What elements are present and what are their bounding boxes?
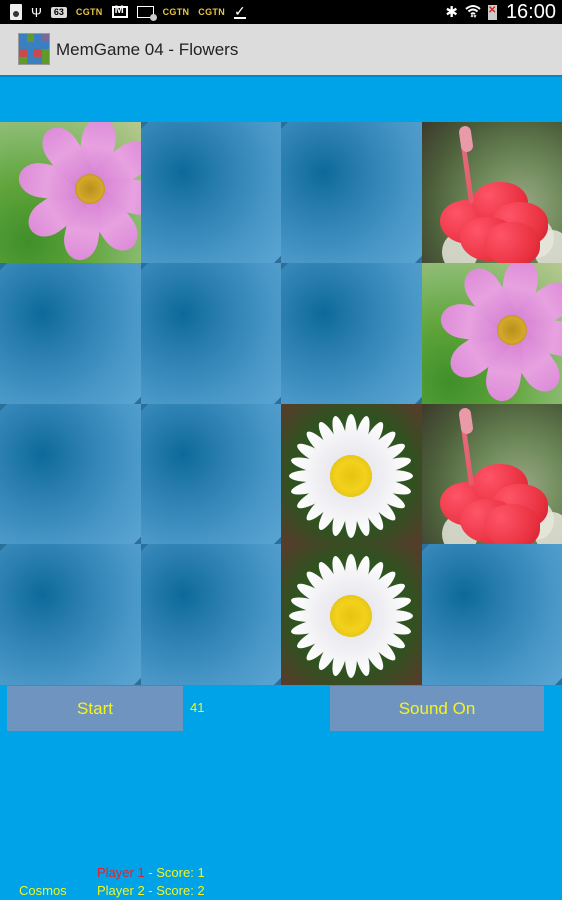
usb-icon: Ψ <box>31 4 42 20</box>
action-bar: MemGame 04 - Flowers <box>0 24 562 77</box>
card-tile-hibiscus[interactable] <box>421 403 562 545</box>
card-tile-hidden[interactable] <box>140 122 281 263</box>
card-tile-hibiscus[interactable] <box>421 122 562 263</box>
last-flower-name: Cosmos <box>19 883 67 898</box>
card-tile-hidden[interactable] <box>281 122 422 263</box>
game-board <box>0 122 562 685</box>
app-icon <box>18 33 50 65</box>
sd-card-icon <box>10 4 22 20</box>
cgtn-icon: CGTN <box>162 6 190 17</box>
card-tile-hidden[interactable] <box>140 262 281 404</box>
card-tile-hidden[interactable] <box>140 544 281 685</box>
email-icon <box>136 6 157 21</box>
bluetooth-icon: ✱ <box>445 3 458 21</box>
hibiscus-flower-image <box>422 122 562 263</box>
card-tile-hidden[interactable] <box>421 544 562 685</box>
card-tile-hidden[interactable] <box>0 403 141 545</box>
app-title: MemGame 04 - Flowers <box>56 40 239 59</box>
player1-score: Player 1 - Score: 1 <box>97 865 205 880</box>
card-tile-cosmos[interactable] <box>421 262 562 404</box>
cgtn-icon: CGTN <box>75 6 103 17</box>
card-tile-hidden[interactable] <box>0 544 141 685</box>
hibiscus-flower-image <box>422 404 562 545</box>
card-tile-hidden[interactable] <box>140 403 281 545</box>
card-tile-daisy[interactable] <box>281 403 422 545</box>
gmail-icon <box>111 5 128 18</box>
sound-toggle-button[interactable]: Sound On <box>330 686 544 731</box>
player2-score: Player 2 - Score: 2 <box>97 883 205 898</box>
cgtn-icon: CGTN <box>198 6 225 17</box>
status-bar: Ψ 63 CGTN CGTN CGTN ✓ ✱ 16:00 <box>0 0 562 24</box>
start-button[interactable]: Start <box>7 686 183 731</box>
card-tile-hidden[interactable] <box>0 262 141 404</box>
download-done-icon: ✓ <box>234 3 246 19</box>
card-tile-cosmos[interactable] <box>0 122 141 263</box>
wifi-icon <box>465 4 481 20</box>
card-tile-daisy[interactable] <box>281 544 422 685</box>
notification-count-icon: 63 <box>50 6 67 18</box>
player1-name: Player 1 <box>97 865 145 880</box>
player1-score-text: - Score: 1 <box>144 865 205 880</box>
card-tile-hidden[interactable] <box>281 262 422 404</box>
clock: 16:00 <box>505 0 556 23</box>
move-counter: 41 <box>190 700 205 715</box>
battery-alert-icon <box>487 4 497 20</box>
